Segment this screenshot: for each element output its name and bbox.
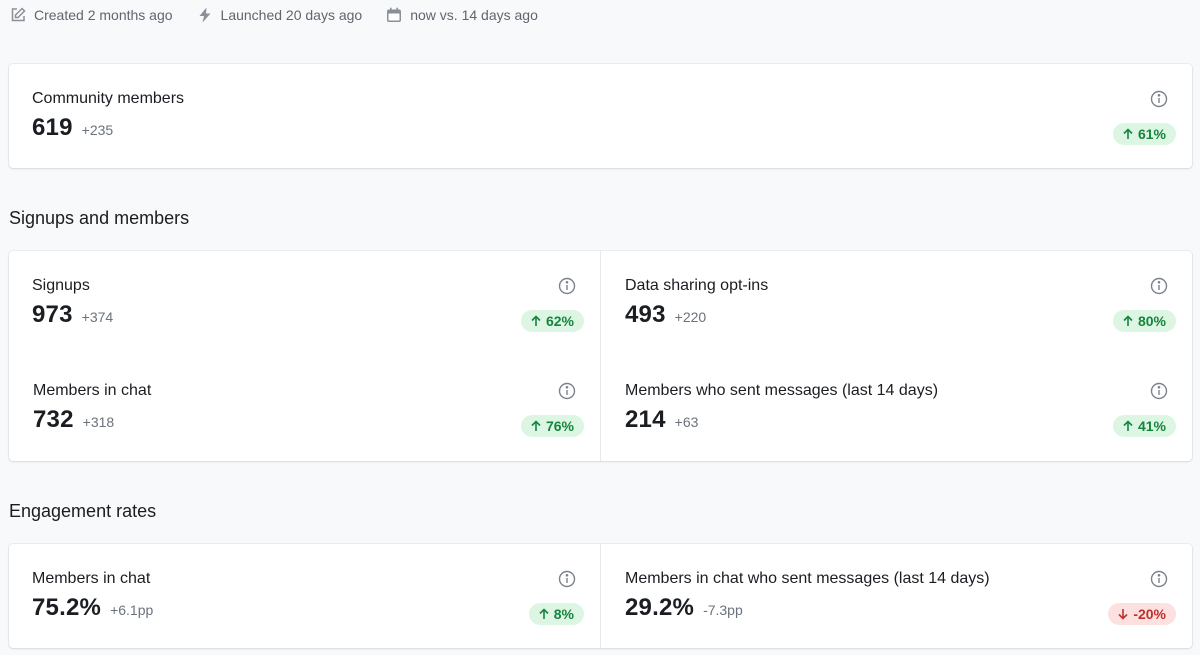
- arrow-up-icon: [1123, 128, 1133, 139]
- bolt-icon: [199, 7, 211, 23]
- dashboard-page: Created 2 months ago Launched 20 days ag…: [0, 0, 1200, 655]
- info-icon[interactable]: [1150, 570, 1168, 588]
- metric-rate-members-in-chat: Members in chat 75.2% +6.1pp 8%: [32, 570, 584, 630]
- metric-value-row: 619 +235: [32, 114, 113, 142]
- card-divider: [600, 251, 601, 461]
- change-value: 76%: [545, 418, 574, 434]
- info-icon[interactable]: [1150, 382, 1168, 400]
- arrow-up-icon: [531, 420, 541, 431]
- info-icon[interactable]: [558, 277, 576, 295]
- meta-created: Created 2 months ago: [10, 7, 173, 23]
- change-value: 62%: [545, 313, 574, 329]
- change-badge: 62%: [520, 310, 584, 332]
- metric-data-sharing: Data sharing opt-ins 493 +220 80%: [625, 277, 1176, 337]
- metric-signups: Signups 973 +374 62%: [32, 277, 584, 337]
- metric-value: 732: [33, 406, 74, 433]
- metric-members-sent-messages: Members who sent messages (last 14 days)…: [625, 382, 1176, 442]
- edit-icon: [11, 7, 26, 22]
- metric-delta: +220: [674, 309, 707, 325]
- metric-value-row: 75.2% +6.1pp: [32, 594, 153, 622]
- info-icon[interactable]: [1150, 277, 1168, 295]
- arrow-down-icon: [1118, 609, 1128, 620]
- arrow-up-icon: [1123, 420, 1133, 431]
- metric-label: Signups: [32, 277, 90, 294]
- change-value: -20%: [1133, 606, 1166, 622]
- metric-rate-members-sent: Members in chat who sent messages (last …: [625, 570, 1176, 630]
- change-badge: 41%: [1112, 415, 1176, 437]
- metric-delta: +318: [82, 414, 115, 430]
- change-badge: 76%: [520, 415, 584, 437]
- change-badge: -20%: [1108, 603, 1176, 625]
- metric-value: 214: [625, 406, 666, 433]
- metric-value: 75.2%: [32, 594, 102, 621]
- metric-value: 973: [32, 301, 73, 328]
- metric-label: Members in chat: [32, 570, 151, 587]
- metric-label: Community members: [32, 90, 185, 107]
- metric-value-row: 973 +374: [32, 301, 113, 329]
- community-card: Community members 619 +235 61%: [9, 64, 1192, 168]
- metric-delta: +63: [674, 414, 699, 430]
- meta-bar: Created 2 months ago Launched 20 days ag…: [10, 4, 562, 26]
- info-icon[interactable]: [1150, 90, 1168, 108]
- metric-value-row: 732 +318: [33, 406, 114, 434]
- meta-launched: Launched 20 days ago: [197, 7, 363, 23]
- meta-launched-text: Launched 20 days ago: [220, 7, 363, 23]
- meta-period[interactable]: now vs. 14 days ago: [386, 7, 538, 23]
- info-icon[interactable]: [558, 570, 576, 588]
- metric-label: Members who sent messages (last 14 days): [625, 382, 939, 399]
- meta-created-text: Created 2 months ago: [34, 7, 173, 23]
- metric-delta: -7.3pp: [703, 602, 743, 618]
- metric-value-row: 29.2% -7.3pp: [625, 594, 743, 622]
- info-icon[interactable]: [558, 382, 576, 400]
- arrow-up-icon: [539, 608, 549, 619]
- metric-members-in-chat: Members in chat 732 +318 76%: [33, 382, 584, 442]
- metric-value-row: 214 +63: [625, 406, 698, 434]
- arrow-up-icon: [1123, 315, 1133, 326]
- metric-delta: +235: [81, 122, 114, 138]
- change-value: 80%: [1137, 313, 1166, 329]
- change-value: 8%: [553, 606, 574, 622]
- metric-label: Members in chat: [33, 382, 152, 399]
- section-title-signups: Signups and members: [9, 208, 190, 228]
- change-badge: 61%: [1112, 123, 1176, 145]
- metric-label: Members in chat who sent messages (last …: [625, 570, 990, 587]
- calendar-icon: [387, 7, 402, 22]
- metric-value: 29.2%: [625, 594, 695, 621]
- engagement-card: Members in chat 75.2% +6.1pp 8% Members …: [9, 544, 1192, 648]
- metric-value: 493: [625, 301, 666, 328]
- change-badge: 80%: [1112, 310, 1176, 332]
- metric-delta: +6.1pp: [110, 602, 154, 618]
- metric-community-members: Community members 619 +235 61%: [32, 90, 1176, 150]
- change-badge: 8%: [528, 603, 584, 625]
- change-value: 61%: [1137, 126, 1166, 142]
- metric-value-row: 493 +220: [625, 301, 706, 329]
- change-value: 41%: [1137, 418, 1166, 434]
- metric-value: 619: [32, 114, 73, 141]
- meta-period-text: now vs. 14 days ago: [410, 7, 538, 23]
- metric-label: Data sharing opt-ins: [625, 277, 769, 294]
- arrow-up-icon: [531, 315, 541, 326]
- metric-delta: +374: [81, 309, 114, 325]
- card-divider: [600, 544, 601, 648]
- signups-card: Signups 973 +374 62% Data sharing opt-in…: [9, 251, 1192, 461]
- section-title-engagement: Engagement rates: [9, 501, 157, 521]
